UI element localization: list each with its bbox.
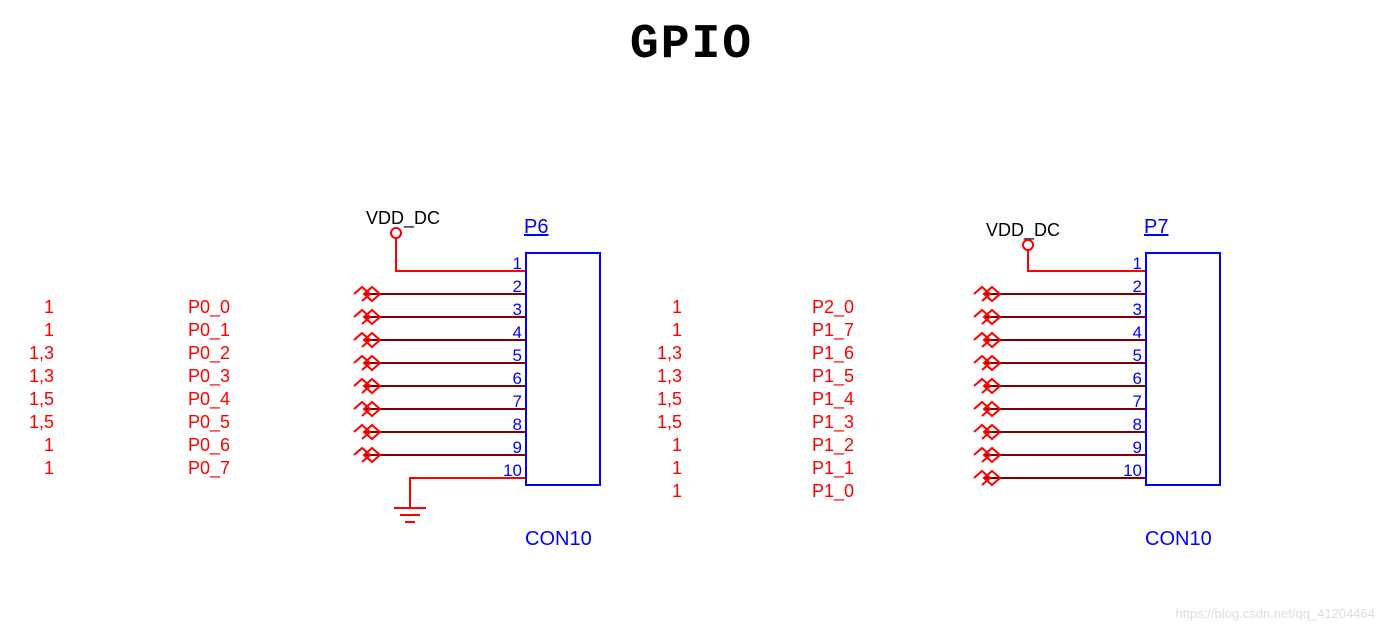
idx-cell: 1,5 — [8, 411, 54, 434]
sig-cell: P0_2 — [188, 342, 230, 365]
right-index-column: 1 1 1,3 1,3 1,5 1,5 1 1 1 — [636, 296, 682, 503]
left-index-column: 1 1 1,3 1,3 1,5 1,5 1 1 — [8, 296, 54, 480]
sig-cell: P1_4 — [812, 388, 854, 411]
connector-p7: VDD_DC P7 CON10 1 2 3 4 5 6 7 8 9 10 — [970, 200, 1220, 550]
right-signal-column: P2_0 P1_7 P1_6 P1_5 P1_4 P1_3 P1_2 P1_1 … — [812, 296, 854, 503]
idx-cell: 1 — [636, 319, 682, 342]
left-signal-column: P0_0 P0_1 P0_2 P0_3 P0_4 P0_5 P0_6 P0_7 — [188, 296, 230, 480]
idx-cell: 1,3 — [636, 342, 682, 365]
sig-cell: P1_0 — [812, 480, 854, 503]
idx-cell: 1 — [8, 319, 54, 342]
connector-p6: VDD_DC P6 CON10 1 2 3 4 5 6 7 8 9 10 — [350, 200, 600, 550]
idx-cell: 1 — [636, 480, 682, 503]
idx-cell: 1,5 — [8, 388, 54, 411]
idx-cell: 1 — [636, 434, 682, 457]
idx-cell: 1,3 — [8, 342, 54, 365]
sig-cell: P1_5 — [812, 365, 854, 388]
idx-cell: 1,3 — [8, 365, 54, 388]
sig-cell: P2_0 — [812, 296, 854, 319]
idx-cell: 1 — [8, 296, 54, 319]
connector-wires-icon — [350, 200, 610, 550]
idx-cell: 1,5 — [636, 388, 682, 411]
page-title: GPIO — [0, 18, 1383, 72]
sig-cell: P0_1 — [188, 319, 230, 342]
sig-cell: P1_2 — [812, 434, 854, 457]
idx-cell: 1 — [8, 457, 54, 480]
idx-cell: 1,5 — [636, 411, 682, 434]
idx-cell: 1,3 — [636, 365, 682, 388]
sig-cell: P0_0 — [188, 296, 230, 319]
idx-cell: 1 — [636, 457, 682, 480]
connector-wires-icon — [970, 200, 1230, 550]
sig-cell: P1_7 — [812, 319, 854, 342]
sig-cell: P0_3 — [188, 365, 230, 388]
sig-cell: P0_6 — [188, 434, 230, 457]
sig-cell: P0_7 — [188, 457, 230, 480]
idx-cell: 1 — [8, 434, 54, 457]
sig-cell: P0_5 — [188, 411, 230, 434]
sig-cell: P0_4 — [188, 388, 230, 411]
sig-cell: P1_1 — [812, 457, 854, 480]
sig-cell: P1_3 — [812, 411, 854, 434]
idx-cell: 1 — [636, 296, 682, 319]
watermark-text: https://blog.csdn.net/qq_41204464 — [1176, 606, 1376, 621]
sig-cell: P1_6 — [812, 342, 854, 365]
